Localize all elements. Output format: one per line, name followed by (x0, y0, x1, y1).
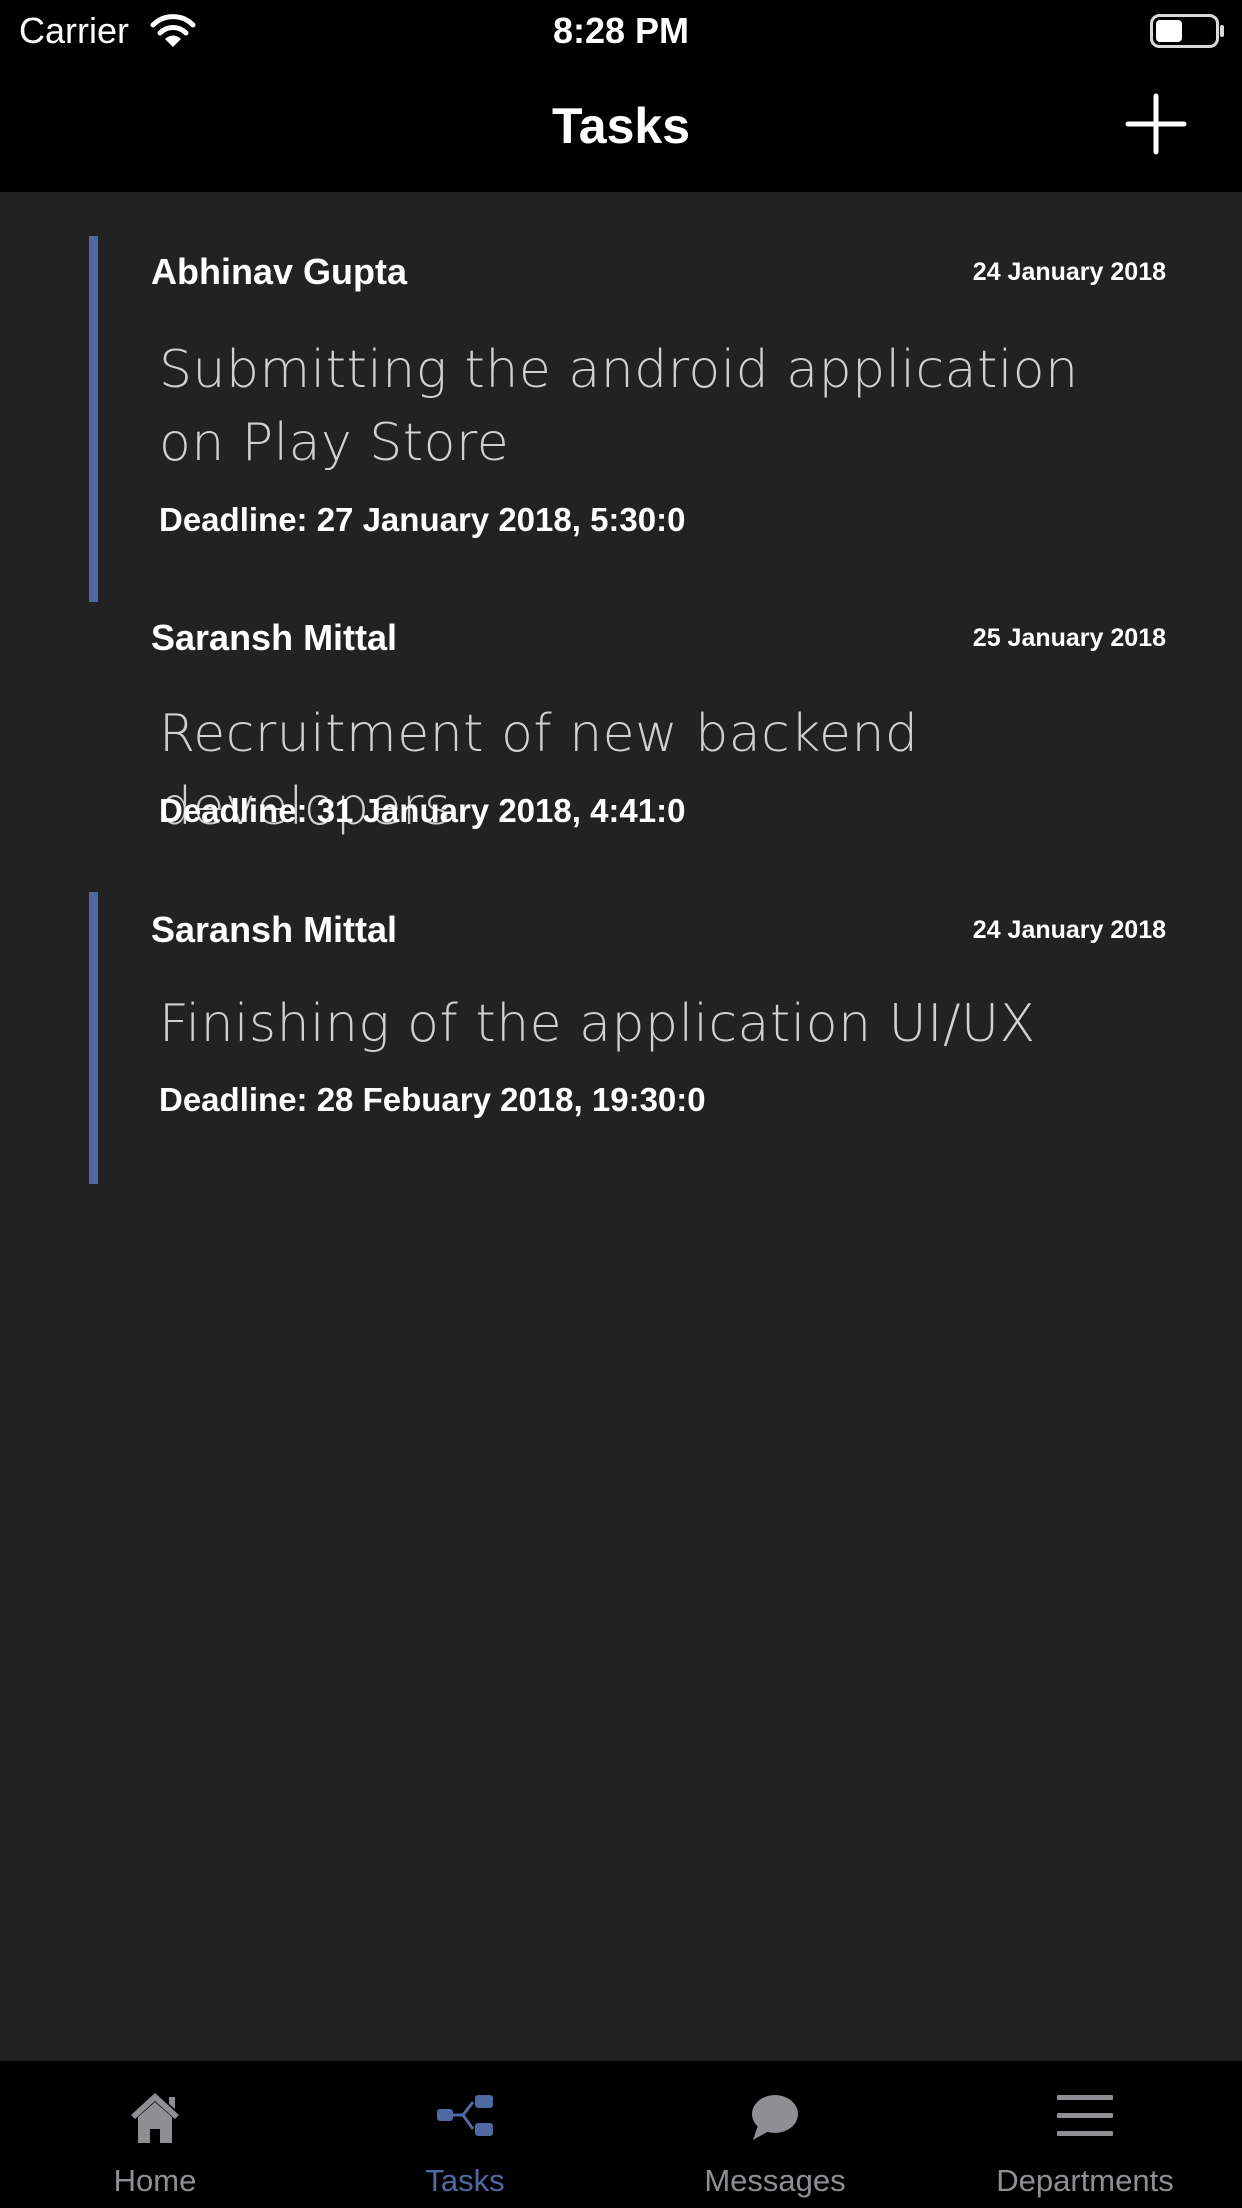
plus-icon (1125, 93, 1187, 155)
task-deadline: Deadline: 31 January 2018, 4:41:0 (159, 792, 686, 829)
tab-label: Tasks (425, 2163, 505, 2198)
navigation-bar: Tasks (0, 62, 1242, 192)
app-screen: Carrier 8:28 PM Tasks Abhinav Gupta 24 J… (0, 0, 1242, 2208)
task-date: 24 January 2018 (972, 916, 1166, 944)
task-date: 25 January 2018 (972, 624, 1166, 652)
task-accent-bar (89, 236, 98, 602)
task-accent-bar (89, 892, 98, 1184)
page-title: Tasks (551, 98, 691, 154)
task-card[interactable]: Saransh Mittal 24 January 2018 Finishing… (0, 892, 1242, 1184)
home-icon (131, 2093, 179, 2143)
tab-label: Messages (704, 2163, 846, 2198)
battery-icon (1150, 14, 1224, 48)
task-title: Submitting the android application on Pl… (159, 340, 1079, 473)
speech-bubble-icon (752, 2095, 798, 2140)
tab-home[interactable]: Home (0, 2061, 310, 2208)
task-deadline: Deadline: 28 Febuary 2018, 19:30:0 (159, 1081, 706, 1118)
status-time: 8:28 PM (552, 10, 690, 51)
tab-label: Home (113, 2163, 197, 2198)
tab-bar: Home Tasks Messages Departments (0, 2061, 1242, 2208)
hierarchy-icon (437, 2095, 493, 2136)
task-title: Finishing of the application UI/UX (159, 994, 1036, 1054)
task-date: 24 January 2018 (972, 258, 1166, 286)
tab-messages[interactable]: Messages (620, 2061, 930, 2208)
task-author: Saransh Mittal (151, 617, 398, 658)
status-bar: Carrier 8:28 PM (0, 0, 1242, 62)
menu-icon (1057, 2095, 1113, 2136)
task-author: Saransh Mittal (151, 909, 398, 950)
task-card[interactable]: Saransh Mittal 25 January 2018 Recruitme… (0, 602, 1242, 892)
task-card[interactable]: Abhinav Gupta 24 January 2018 Submitting… (0, 236, 1242, 602)
tab-departments[interactable]: Departments (930, 2061, 1240, 2208)
task-author: Abhinav Gupta (151, 251, 408, 292)
task-deadline: Deadline: 27 January 2018, 5:30:0 (159, 501, 686, 538)
tab-label: Departments (996, 2163, 1174, 2198)
add-task-button[interactable] (1124, 92, 1188, 156)
tab-tasks[interactable]: Tasks (310, 2061, 620, 2208)
